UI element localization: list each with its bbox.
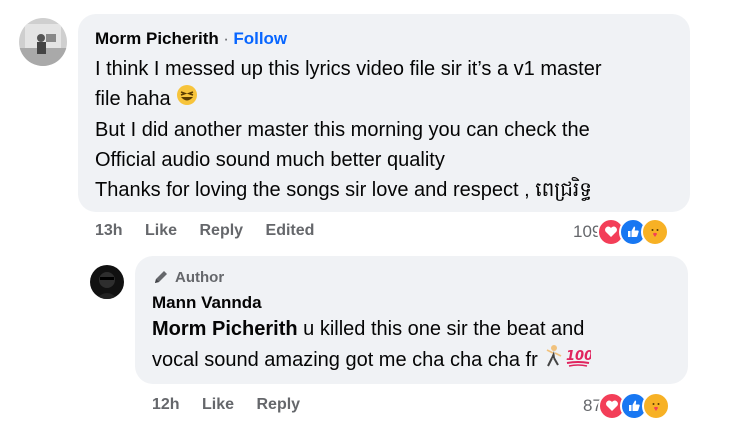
- reply-like-button[interactable]: Like: [202, 396, 234, 413]
- reply-text-line-1: u killed this one sir the beat and: [297, 318, 585, 340]
- edited-label: Edited: [265, 222, 315, 239]
- commenter-avatar[interactable]: [19, 18, 67, 66]
- author-badge: Author: [152, 268, 224, 286]
- reply-actions: 12h Like Reply: [152, 396, 318, 414]
- author-badge-label: Author: [175, 268, 225, 286]
- comment-reactions[interactable]: 109: [573, 218, 670, 246]
- reply-bubble: Author Mann Vannda Morm Picherith u kill…: [135, 256, 688, 384]
- name-separator: ·: [223, 29, 229, 48]
- pencil-icon: [152, 268, 170, 286]
- comment-timestamp[interactable]: 13h: [95, 222, 123, 239]
- hundred-points-emoji-icon: 100: [565, 344, 593, 377]
- care-reaction-icon: [641, 218, 670, 246]
- reply-author-avatar[interactable]: [90, 265, 124, 299]
- like-button[interactable]: Like: [145, 222, 177, 239]
- comment-actions: 13h Like Reply Edited: [95, 222, 332, 240]
- comment-text-line-3: But I did another master this morning yo…: [95, 119, 590, 142]
- reply-text-line-2: vocal sound amazing got me cha cha cha f…: [152, 348, 538, 371]
- comment-text-line-2: file haha: [95, 88, 171, 110]
- comment-text-line-1: I think I messed up this lyrics video fi…: [95, 58, 602, 80]
- mention-link[interactable]: Morm Picherith: [152, 318, 298, 340]
- comment-author-name[interactable]: Morm Picherith: [95, 29, 219, 48]
- reply-reply-button[interactable]: Reply: [257, 396, 301, 413]
- follow-button[interactable]: Follow: [233, 29, 287, 48]
- dancer-emoji-icon: [543, 344, 565, 377]
- comment-text-line-5: Thanks for loving the songs sir love and…: [95, 179, 592, 202]
- comment-text-line-2-wrap: file haha: [95, 84, 601, 115]
- reply-text-line-1-wrap: Morm Picherith u killed this one sir the…: [152, 314, 591, 344]
- comment-bubble: Morm Picherith · Follow I think I messed…: [78, 14, 690, 212]
- reply-reactions[interactable]: 87: [583, 392, 670, 420]
- comment-text-line-4: Official audio sound much better quality: [95, 149, 445, 172]
- reply-author-name[interactable]: Mann Vannda: [152, 293, 262, 313]
- care-reaction-icon: [641, 392, 670, 420]
- laughing-emoji-icon: [176, 84, 198, 115]
- reply-timestamp[interactable]: 12h: [152, 396, 180, 413]
- reply-button[interactable]: Reply: [200, 222, 244, 239]
- reply-text-line-2-wrap: vocal sound amazing got me cha cha cha f…: [152, 344, 593, 377]
